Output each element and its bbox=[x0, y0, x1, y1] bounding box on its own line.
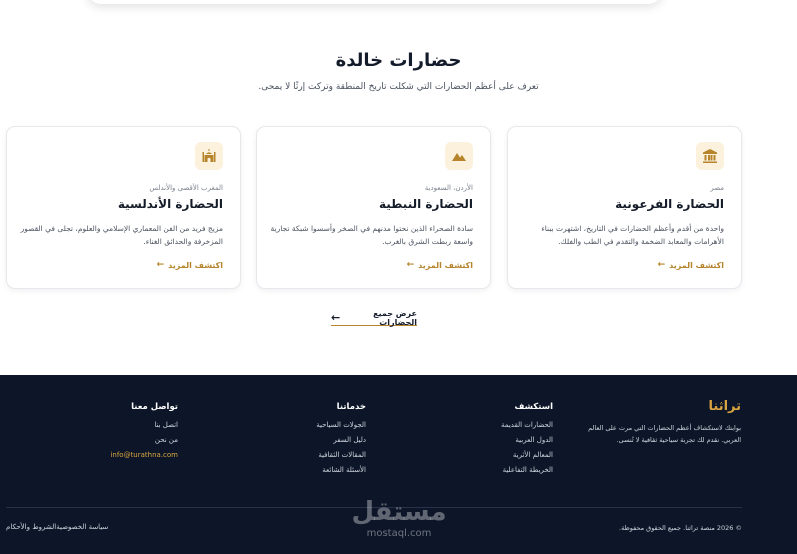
arrow-left-icon: ← bbox=[156, 260, 165, 270]
footer-divider bbox=[6, 507, 742, 508]
terms-link[interactable]: الشروط والأحكام bbox=[6, 523, 56, 531]
footer-services-column: خدماتنا الجولات السياحية دليل السفر المق… bbox=[276, 402, 366, 481]
privacy-policy-link[interactable]: سياسة الخصوصية bbox=[56, 523, 108, 531]
mosque-icon bbox=[195, 142, 223, 170]
site-footer: تراثنا بوابتك لاستكشاف أعظم الحضارات الت… bbox=[0, 375, 797, 554]
view-all-civilizations-button[interactable]: عرض جميع الحضارات ← bbox=[331, 309, 417, 327]
civilization-card[interactable]: الأردن، السعودية الحضارة النبطية سادة ال… bbox=[256, 126, 491, 289]
view-all-label: عرض جميع الحضارات bbox=[373, 309, 417, 327]
footer-link[interactable]: المعالم الأثرية bbox=[463, 451, 553, 459]
explore-heading: استكشف bbox=[514, 402, 553, 412]
footer-link[interactable]: الدول العربية bbox=[463, 436, 553, 444]
museum-icon bbox=[696, 142, 724, 170]
brand-description: بوابتك لاستكشاف أعظم الحضارات التي مرت ع… bbox=[588, 424, 741, 444]
footer-link[interactable]: المقالات الثقافية bbox=[276, 451, 366, 459]
legal-links: سياسة الخصوصية الشروط والأحكام bbox=[6, 523, 108, 531]
watermark-logo: مستقل mostaql.com bbox=[351, 497, 447, 547]
footer-explore-column: استكشف الحضارات القديمة الدول العربية ال… bbox=[463, 402, 553, 481]
civilization-cards: مصر الحضارة الفرعونية واحدة من أقدم وأعظ… bbox=[0, 126, 797, 290]
footer-link[interactable]: الخريطة التفاعلية bbox=[463, 466, 553, 474]
discover-more-link[interactable]: اكتشف المزيد ← bbox=[658, 260, 724, 270]
footer-link[interactable]: اتصل بنا bbox=[88, 421, 178, 429]
arrow-left-icon: ← bbox=[331, 311, 341, 324]
mountain-icon bbox=[445, 142, 473, 170]
discover-more-label: اكتشف المزيد bbox=[418, 260, 473, 270]
contact-email-link[interactable]: info@turathna.com bbox=[88, 451, 178, 459]
card-description: سادة الصحراء الذين نحتوا مدنهم في الصخر … bbox=[270, 224, 473, 246]
contact-heading: تواصل معنا bbox=[131, 402, 178, 412]
civilization-card[interactable]: المغرب الأقصى والأندلس الحضارة الأندلسية… bbox=[6, 126, 241, 289]
card-title: الحضارة الفرعونية bbox=[615, 197, 724, 211]
discover-more-link[interactable]: اكتشف المزيد ← bbox=[157, 260, 223, 270]
civilization-card[interactable]: مصر الحضارة الفرعونية واحدة من أقدم وأعظ… bbox=[507, 126, 742, 289]
footer-link[interactable]: الحضارات القديمة bbox=[463, 421, 553, 429]
card-title: الحضارة الأندلسية bbox=[117, 197, 223, 211]
arrow-left-icon: ← bbox=[406, 260, 415, 270]
footer-link[interactable]: الأسئلة الشائعة bbox=[276, 466, 366, 474]
card-description: مزيج فريد من الفن المعماري الإسلامي والع… bbox=[20, 224, 223, 246]
watermark-url: mostaql.com bbox=[366, 528, 432, 539]
discover-more-label: اكتشف المزيد bbox=[168, 260, 223, 270]
top-card-edge bbox=[87, 0, 662, 4]
section-title: حضارات خالدة bbox=[335, 50, 462, 71]
copyright-text: © 2026 منصة تراثنا. جميع الحقوق محفوظة. bbox=[619, 524, 742, 532]
footer-brand: تراثنا بوابتك لاستكشاف أعظم الحضارات الت… bbox=[581, 399, 741, 446]
card-region: مصر bbox=[710, 184, 724, 192]
services-heading: خدماتنا bbox=[336, 402, 366, 412]
card-title: الحضارة النبطية bbox=[378, 197, 473, 211]
card-region: الأردن، السعودية bbox=[424, 184, 473, 192]
brand-logo-text[interactable]: تراثنا bbox=[581, 399, 742, 414]
watermark-text: مستقل bbox=[351, 497, 447, 527]
discover-more-link[interactable]: اكتشف المزيد ← bbox=[407, 260, 473, 270]
discover-more-label: اكتشف المزيد bbox=[669, 260, 724, 270]
footer-link[interactable]: الجولات السياحية bbox=[276, 421, 366, 429]
footer-contact-column: تواصل معنا اتصل بنا من نحن info@turathna… bbox=[88, 402, 178, 466]
card-description: واحدة من أقدم وأعظم الحضارات في التاريخ،… bbox=[541, 224, 724, 246]
footer-link[interactable]: دليل السفر bbox=[276, 436, 366, 444]
card-region: المغرب الأقصى والأندلس bbox=[149, 184, 223, 192]
section-subtitle: تعرف على أعظم الحضارات التي شكلت تاريخ ا… bbox=[258, 82, 539, 92]
footer-link[interactable]: من نحن bbox=[88, 436, 178, 444]
arrow-left-icon: ← bbox=[657, 260, 666, 270]
